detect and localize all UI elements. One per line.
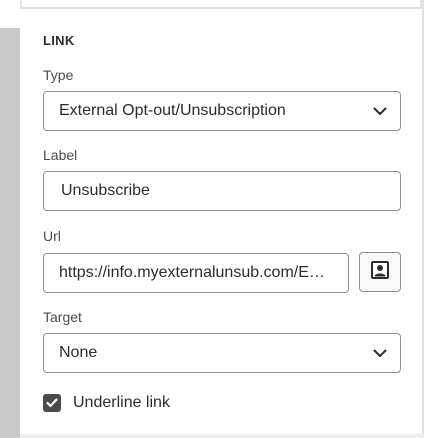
url-label: Url (43, 228, 61, 244)
label-field-label: Label (43, 147, 78, 163)
target-select[interactable]: None (43, 333, 401, 373)
checkmark-icon (46, 398, 58, 408)
url-input[interactable]: https://info.myexternalunsub.com/E… (43, 253, 349, 293)
type-label: Type (43, 67, 74, 83)
underline-link-checkbox[interactable] (43, 394, 61, 412)
label-input-value: Unsubscribe (61, 182, 150, 199)
panel-bottom-edge (20, 434, 424, 438)
label-input[interactable]: Unsubscribe (43, 171, 401, 211)
panel-right-edge (422, 0, 424, 438)
type-select[interactable]: External Opt-out/Unsubscription (43, 91, 401, 131)
underline-link-option[interactable]: Underline link (43, 392, 170, 414)
chevron-down-icon (360, 334, 400, 372)
left-scrollbar[interactable] (0, 28, 20, 438)
target-selected-value: None (59, 344, 98, 361)
url-input-value: https://info.myexternalunsub.com/E… (59, 264, 325, 281)
underline-link-label: Underline link (73, 394, 170, 411)
chevron-down-icon (360, 92, 400, 130)
asset-picker-button[interactable] (359, 252, 401, 292)
panel-top-edge (20, 0, 422, 9)
section-title: LINK (43, 33, 75, 48)
type-selected-value: External Opt-out/Unsubscription (59, 102, 286, 119)
asset-picker-icon (371, 260, 389, 284)
target-label: Target (43, 309, 82, 325)
